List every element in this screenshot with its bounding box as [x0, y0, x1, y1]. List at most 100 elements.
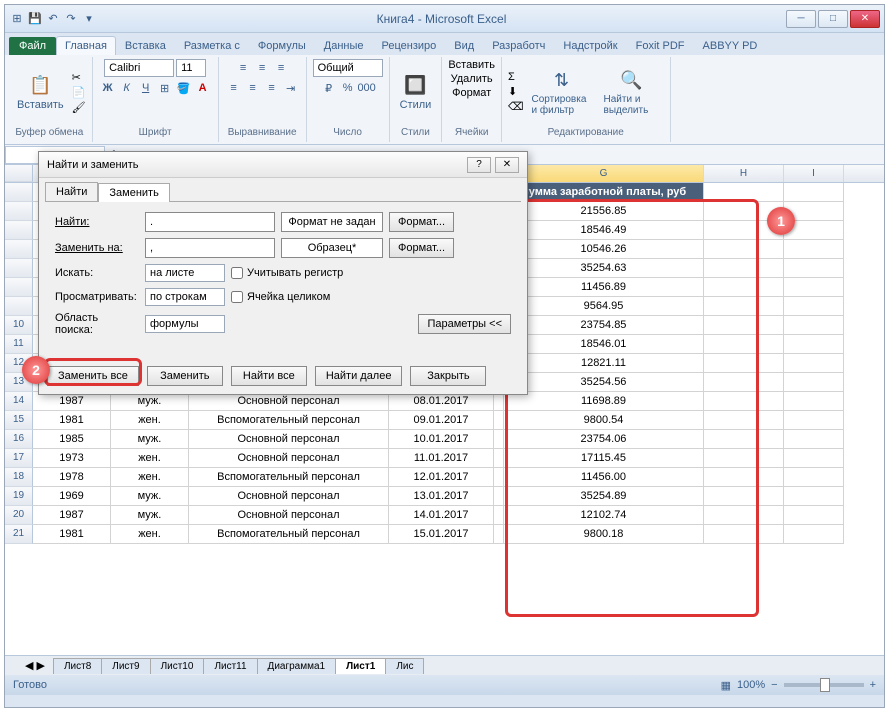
- view-normal-icon[interactable]: ▦: [721, 679, 731, 692]
- col-i-header[interactable]: I: [784, 165, 844, 182]
- row-header[interactable]: 20: [5, 506, 33, 525]
- salary-cell[interactable]: 35254.63: [504, 259, 704, 278]
- close-button[interactable]: ✕: [850, 10, 880, 28]
- view-tab[interactable]: Вид: [445, 36, 483, 55]
- sort-filter-button[interactable]: ⇅Сортировка и фильтр: [528, 66, 596, 118]
- layout-tab[interactable]: Разметка с: [175, 36, 249, 55]
- cut-icon[interactable]: ✂: [72, 71, 86, 84]
- clear-icon[interactable]: ⌫: [508, 100, 524, 113]
- gender-cell[interactable]: муж.: [111, 506, 189, 525]
- row-header[interactable]: 11: [5, 335, 33, 354]
- tab-nav-icon[interactable]: ◀ ▶: [25, 659, 45, 672]
- year-cell[interactable]: 1973: [33, 449, 111, 468]
- year-cell[interactable]: 1978: [33, 468, 111, 487]
- abbyy-tab[interactable]: ABBYY PD: [694, 36, 767, 55]
- date-cell[interactable]: 13.01.2017: [389, 487, 494, 506]
- salary-cell[interactable]: 12102.74: [504, 506, 704, 525]
- align-top-icon[interactable]: ≡: [234, 59, 252, 77]
- indent-icon[interactable]: ⇥: [282, 79, 300, 97]
- dept-cell[interactable]: Основной персонал: [189, 449, 389, 468]
- dept-cell[interactable]: Основной персонал: [189, 430, 389, 449]
- find-select-button[interactable]: 🔍Найти и выделить: [600, 66, 664, 118]
- find-next-button[interactable]: Найти далее: [315, 366, 403, 386]
- data-tab[interactable]: Данные: [315, 36, 373, 55]
- replace-input[interactable]: [145, 238, 275, 258]
- formulas-tab[interactable]: Формулы: [249, 36, 315, 55]
- row-header[interactable]: [5, 183, 33, 202]
- sheet-tab[interactable]: Лист10: [150, 658, 205, 674]
- gender-cell[interactable]: жен.: [111, 449, 189, 468]
- replace-format-button[interactable]: Формат...: [389, 238, 454, 258]
- year-cell[interactable]: 1985: [33, 430, 111, 449]
- save-icon[interactable]: 💾: [27, 11, 43, 27]
- date-cell[interactable]: 14.01.2017: [389, 506, 494, 525]
- col-h-header[interactable]: H: [704, 165, 784, 182]
- row-header[interactable]: [5, 259, 33, 278]
- year-cell[interactable]: 1981: [33, 525, 111, 544]
- paste-button[interactable]: 📋Вставить: [13, 71, 68, 113]
- find-input[interactable]: [145, 212, 275, 232]
- zoom-out-icon[interactable]: −: [771, 679, 777, 691]
- border-icon[interactable]: ⊞: [156, 79, 174, 97]
- italic-icon[interactable]: К: [118, 79, 136, 97]
- number-format-combo[interactable]: Общий: [313, 59, 383, 77]
- salary-cell[interactable]: 35254.89: [504, 487, 704, 506]
- date-cell[interactable]: 09.01.2017: [389, 411, 494, 430]
- salary-cell[interactable]: 12821.11: [504, 354, 704, 373]
- salary-cell[interactable]: 17115.45: [504, 449, 704, 468]
- salary-cell[interactable]: 35254.56: [504, 373, 704, 392]
- insert-tab[interactable]: Вставка: [116, 36, 175, 55]
- salary-cell[interactable]: 23754.06: [504, 430, 704, 449]
- gender-cell[interactable]: муж.: [111, 430, 189, 449]
- dialog-close-button[interactable]: ✕: [495, 157, 519, 173]
- align-right-icon[interactable]: ≡: [263, 79, 281, 97]
- home-tab[interactable]: Главная: [56, 36, 116, 55]
- params-button[interactable]: Параметры <<: [418, 314, 511, 334]
- dept-cell[interactable]: Основной персонал: [189, 487, 389, 506]
- search-area-combo[interactable]: формулы: [145, 315, 225, 333]
- find-tab[interactable]: Найти: [45, 182, 98, 201]
- qat-more-icon[interactable]: ▾: [81, 11, 97, 27]
- match-case-checkbox[interactable]: Учитывать регистр: [231, 267, 343, 279]
- bold-icon[interactable]: Ж: [99, 79, 117, 97]
- row-header[interactable]: 15: [5, 411, 33, 430]
- salary-cell[interactable]: 21556.85: [504, 202, 704, 221]
- maximize-button[interactable]: □: [818, 10, 848, 28]
- salary-cell[interactable]: 18546.01: [504, 335, 704, 354]
- date-cell[interactable]: 11.01.2017: [389, 449, 494, 468]
- find-all-button[interactable]: Найти все: [231, 366, 307, 386]
- addins-tab[interactable]: Надстройк: [554, 36, 626, 55]
- copy-icon[interactable]: 📄: [72, 86, 86, 99]
- gender-cell[interactable]: муж.: [111, 487, 189, 506]
- comma-icon[interactable]: 000: [358, 79, 376, 97]
- review-tab[interactable]: Рецензиро: [373, 36, 446, 55]
- dept-cell[interactable]: Вспомогательный персонал: [189, 411, 389, 430]
- percent-icon[interactable]: %: [339, 79, 357, 97]
- underline-icon[interactable]: Ч: [137, 79, 155, 97]
- sum-icon[interactable]: Σ: [508, 71, 524, 83]
- dept-cell[interactable]: Вспомогательный персонал: [189, 468, 389, 487]
- dev-tab[interactable]: Разработч: [483, 36, 554, 55]
- salary-cell[interactable]: 11456.00: [504, 468, 704, 487]
- salary-cell[interactable]: 9564.95: [504, 297, 704, 316]
- salary-cell[interactable]: 9800.54: [504, 411, 704, 430]
- redo-icon[interactable]: ↷: [63, 11, 79, 27]
- sheet-tab[interactable]: Лис: [385, 658, 424, 674]
- year-cell[interactable]: 1981: [33, 411, 111, 430]
- close-dialog-button[interactable]: Закрыть: [410, 366, 486, 386]
- dept-cell[interactable]: Вспомогательный персонал: [189, 525, 389, 544]
- gender-cell[interactable]: жен.: [111, 411, 189, 430]
- dialog-help-button[interactable]: ?: [467, 157, 491, 173]
- replace-tab[interactable]: Заменить: [98, 183, 169, 202]
- salary-cell[interactable]: 11698.89: [504, 392, 704, 411]
- replace-one-button[interactable]: Заменить: [147, 366, 223, 386]
- gender-cell[interactable]: жен.: [111, 468, 189, 487]
- date-cell[interactable]: 15.01.2017: [389, 525, 494, 544]
- salary-cell[interactable]: 23754.85: [504, 316, 704, 335]
- year-cell[interactable]: 1969: [33, 487, 111, 506]
- row-header[interactable]: 17: [5, 449, 33, 468]
- salary-cell[interactable]: 9800.18: [504, 525, 704, 544]
- currency-icon[interactable]: ₽: [320, 79, 338, 97]
- date-cell[interactable]: 10.01.2017: [389, 430, 494, 449]
- sheet-tab[interactable]: Диаграмма1: [257, 658, 337, 674]
